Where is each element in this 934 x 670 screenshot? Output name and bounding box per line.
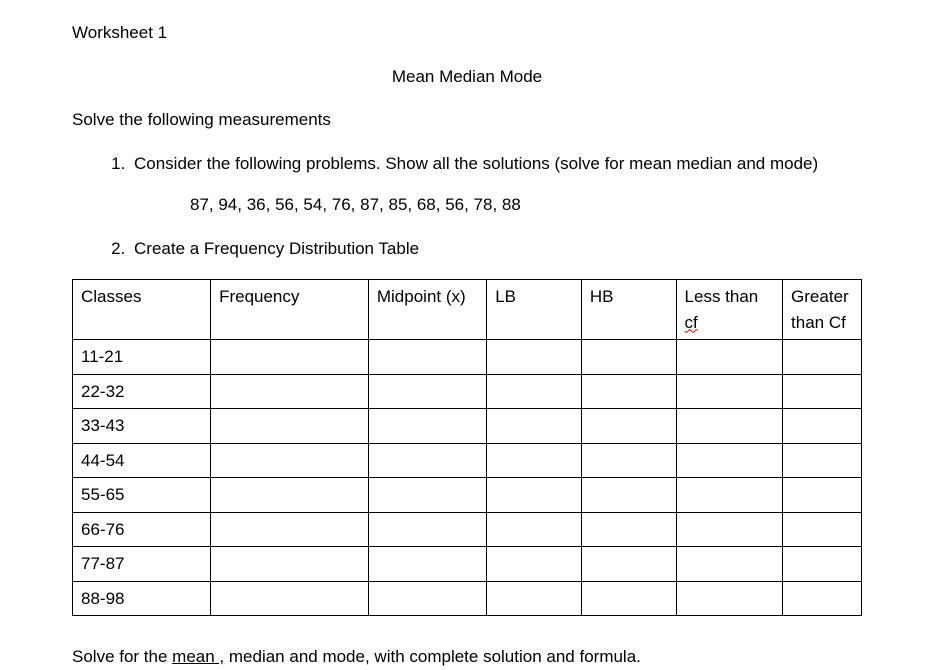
problem-1-text: Consider the following problems. Show al… xyxy=(134,154,818,173)
cell-empty xyxy=(368,547,486,582)
problem-1: Consider the following problems. Show al… xyxy=(130,151,862,177)
table-row: 11-21 xyxy=(73,340,862,375)
table-row: 55-65 xyxy=(73,478,862,513)
cell-empty xyxy=(581,409,676,444)
cell-empty xyxy=(211,478,369,513)
frequency-distribution-table: Classes Frequency Midpoint (x) LB HB Les… xyxy=(72,279,862,616)
cell-empty xyxy=(368,409,486,444)
cell-empty xyxy=(581,443,676,478)
header-classes: Classes xyxy=(73,280,211,340)
cell-empty xyxy=(581,340,676,375)
cell-empty xyxy=(676,478,783,513)
table-row: 33-43 xyxy=(73,409,862,444)
cell-empty xyxy=(487,512,582,547)
cell-empty xyxy=(487,374,582,409)
problem-1-data: 87, 94, 36, 56, 54, 76, 87, 85, 68, 56, … xyxy=(72,192,862,218)
table-row: 22-32 xyxy=(73,374,862,409)
cell-empty xyxy=(676,443,783,478)
cell-empty xyxy=(783,409,862,444)
table-row: 44-54 xyxy=(73,443,862,478)
table-body: 11-2122-3233-4344-5455-6566-7677-8788-98 xyxy=(73,340,862,616)
final-instruction: Solve for the mean , median and mode, wi… xyxy=(72,644,862,670)
cell-class: 11-21 xyxy=(73,340,211,375)
cell-empty xyxy=(487,409,582,444)
cell-empty xyxy=(783,581,862,616)
table-row: 66-76 xyxy=(73,512,862,547)
cell-empty xyxy=(676,547,783,582)
cell-empty xyxy=(487,581,582,616)
cell-empty xyxy=(368,340,486,375)
cell-class: 66-76 xyxy=(73,512,211,547)
header-lb: LB xyxy=(487,280,582,340)
cell-class: 22-32 xyxy=(73,374,211,409)
final-mean-underlined: mean , xyxy=(172,647,224,666)
problem-list: Consider the following problems. Show al… xyxy=(72,151,862,177)
cell-empty xyxy=(676,409,783,444)
header-greater-than-cf: Greater than Cf xyxy=(783,280,862,340)
cell-empty xyxy=(676,340,783,375)
solve-instruction: Solve the following measurements xyxy=(72,107,862,133)
cell-empty xyxy=(581,374,676,409)
cell-empty xyxy=(487,547,582,582)
table-row: 77-87 xyxy=(73,547,862,582)
cell-empty xyxy=(487,340,582,375)
cell-empty xyxy=(487,443,582,478)
cell-empty xyxy=(211,581,369,616)
cell-empty xyxy=(487,478,582,513)
final-post: median and mode, with complete solution … xyxy=(224,647,641,666)
cell-class: 44-54 xyxy=(73,443,211,478)
cell-empty xyxy=(676,581,783,616)
cell-empty xyxy=(581,478,676,513)
problem-2-text: Create a Frequency Distribution Table xyxy=(134,239,419,258)
cell-class: 55-65 xyxy=(73,478,211,513)
table-row: 88-98 xyxy=(73,581,862,616)
cell-empty xyxy=(368,374,486,409)
cell-class: 33-43 xyxy=(73,409,211,444)
cell-class: 77-87 xyxy=(73,547,211,582)
cell-empty xyxy=(211,512,369,547)
page-title: Mean Median Mode xyxy=(72,64,862,90)
header-hb: HB xyxy=(581,280,676,340)
cell-empty xyxy=(783,443,862,478)
header-frequency: Frequency xyxy=(211,280,369,340)
cell-empty xyxy=(368,443,486,478)
cell-empty xyxy=(211,340,369,375)
problem-2: Create a Frequency Distribution Table xyxy=(130,236,862,262)
cell-empty xyxy=(211,409,369,444)
cell-empty xyxy=(783,340,862,375)
cell-empty xyxy=(368,512,486,547)
cell-empty xyxy=(211,374,369,409)
cell-empty xyxy=(783,478,862,513)
final-pre: Solve for the xyxy=(72,647,172,666)
cell-empty xyxy=(581,581,676,616)
cell-empty xyxy=(581,512,676,547)
cell-empty xyxy=(581,547,676,582)
frequency-table-container: Classes Frequency Midpoint (x) LB HB Les… xyxy=(72,279,862,616)
cell-empty xyxy=(676,374,783,409)
header-less-pre: Less than xyxy=(685,287,759,306)
cell-empty xyxy=(783,512,862,547)
cell-empty xyxy=(368,478,486,513)
cell-empty xyxy=(211,547,369,582)
header-less-cf-underlined: cf xyxy=(685,313,698,332)
cell-empty xyxy=(211,443,369,478)
table-header-row: Classes Frequency Midpoint (x) LB HB Les… xyxy=(73,280,862,340)
cell-empty xyxy=(368,581,486,616)
cell-class: 88-98 xyxy=(73,581,211,616)
cell-empty xyxy=(676,512,783,547)
cell-empty xyxy=(783,547,862,582)
header-less-than-cf: Less than cf xyxy=(676,280,783,340)
cell-empty xyxy=(783,374,862,409)
header-midpoint: Midpoint (x) xyxy=(368,280,486,340)
worksheet-title: Worksheet 1 xyxy=(72,20,862,46)
problem-list-2: Create a Frequency Distribution Table xyxy=(72,236,862,262)
